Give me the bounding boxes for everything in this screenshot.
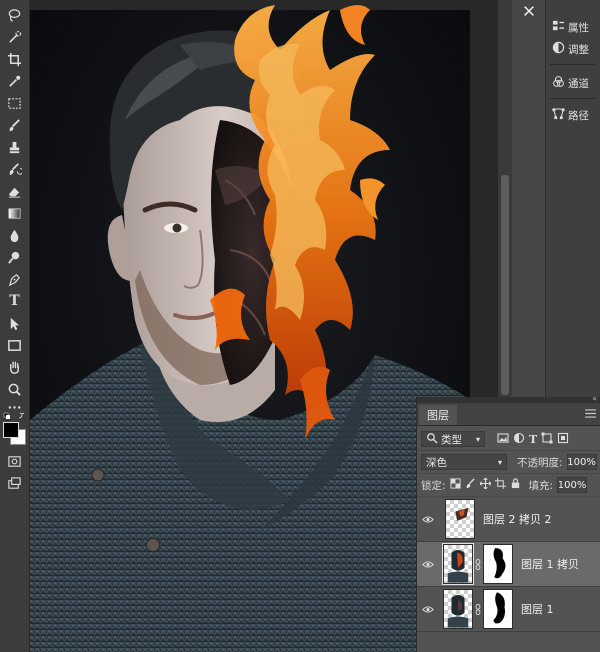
opacity-field[interactable]: 100% [566,454,597,470]
layer-thumbnail[interactable] [443,589,473,629]
type-icon[interactable]: T [4,292,25,310]
eye-icon[interactable] [417,605,439,614]
paths-panel-button[interactable]: 路径 [546,104,600,126]
lock-artboard-icon[interactable] [494,478,506,492]
crop-icon[interactable] [4,50,25,68]
canvas-vertical-scrollbar[interactable] [498,0,512,400]
brush-icon[interactable] [4,116,25,134]
tab-layers[interactable]: 图层 [419,405,457,425]
panel-separator [550,98,596,99]
filter-pixel-icon[interactable] [497,432,509,447]
filter-type-icon[interactable]: T [529,433,537,446]
channels-label: 通道 [568,77,589,90]
quick-select-icon[interactable] [4,28,25,46]
adjustments-icon [552,41,565,57]
layer-filter-dropdown[interactable]: 类型 ▾ [421,431,485,447]
layer-thumbnail[interactable] [445,499,475,539]
lock-move-icon[interactable] [479,477,491,492]
layer-mask-thumbnail[interactable] [483,544,513,584]
layer-list: 图层 2 拷贝 2 图层 1 拷贝 图层 1 [417,497,600,632]
rectangle-icon[interactable] [4,336,25,354]
panel-separator [550,64,596,65]
panel-header-bar: « [417,395,600,403]
gradient-icon[interactable] [4,204,25,222]
stamp-icon[interactable] [4,138,25,156]
layers-panel: « 图层 类型 ▾ T 深色 ▾ 不透明度: 100% 锁定: 填充: 100%… [416,395,600,652]
chevron-down-icon: ▾ [475,434,480,444]
paths-label: 路径 [568,109,589,122]
lock-label: 锁定: [421,479,446,492]
properties-label: 属性 [568,21,589,34]
properties-icon [552,19,565,35]
default-colors-icon[interactable] [3,410,25,419]
marquee-icon[interactable] [4,94,25,112]
lock-transparent-icon[interactable] [450,478,461,492]
lock-row: 锁定: 填充: 100% [417,474,600,497]
search-icon [426,432,438,447]
blur-icon[interactable] [4,226,25,244]
layer-row[interactable]: 图层 2 拷贝 2 [417,497,600,542]
lock-brush-icon[interactable] [465,478,476,492]
layer-row[interactable]: 图层 1 [417,587,600,632]
properties-panel-button[interactable]: 属性 [546,16,600,38]
channels-icon [552,75,565,91]
fill-field[interactable]: 100% [557,477,588,493]
collapsed-panels: 属性 调整 通道 路径 [546,0,600,400]
eyedropper-icon[interactable] [4,72,25,90]
tools-panel: T [0,0,30,652]
chevron-down-icon: ▾ [497,457,502,467]
lasso-icon[interactable] [4,6,25,24]
foreground-color-swatch[interactable] [3,422,19,438]
scrollbar-thumb[interactable] [501,175,509,395]
collapse-panel-icon[interactable]: « [592,395,597,403]
filter-adjustment-icon[interactable] [513,432,525,447]
adjustments-panel-button[interactable]: 调整 [546,38,600,60]
quick-mask-icon[interactable] [4,452,25,470]
layer-thumbnail[interactable] [442,543,474,585]
link-icon[interactable] [473,558,483,570]
blend-mode-row: 深色 ▾ 不透明度: 100% [417,451,600,474]
blend-mode-value: 深色 [426,456,447,469]
close-icon[interactable] [512,0,545,22]
panel-menu-icon[interactable] [585,408,596,421]
path-select-icon[interactable] [4,314,25,332]
filter-smart-object-icon[interactable] [557,432,569,447]
link-icon[interactable] [473,603,483,615]
hand-icon[interactable] [4,358,25,376]
opacity-label: 不透明度: [517,456,563,469]
pen-icon[interactable] [4,270,25,288]
layer-filter-row: 类型 ▾ T [417,426,600,451]
blend-mode-dropdown[interactable]: 深色 ▾ [421,454,507,470]
zoom-icon[interactable] [4,380,25,398]
layer-name[interactable]: 图层 1 [521,601,554,617]
filter-label: 类型 [441,433,462,446]
history-brush-icon[interactable] [4,160,25,178]
filter-shape-icon[interactable] [541,432,553,447]
lock-all-icon[interactable] [510,478,521,492]
layer-name[interactable]: 图层 1 拷贝 [521,556,579,572]
screen-mode-icon[interactable] [4,474,25,492]
paths-icon [552,107,565,123]
layer-mask-thumbnail[interactable] [483,589,513,629]
eraser-icon[interactable] [4,182,25,200]
fill-label: 填充: [528,479,554,492]
channels-panel-button[interactable]: 通道 [546,72,600,94]
dodge-icon[interactable] [4,248,25,266]
eye-icon[interactable] [417,515,439,524]
eye-icon[interactable] [417,560,439,569]
layers-tab-row: 图层 [417,403,600,426]
layer-name[interactable]: 图层 2 拷贝 2 [483,511,552,527]
layer-row-selected[interactable]: 图层 1 拷贝 [417,542,600,587]
adjustments-label: 调整 [568,43,589,56]
type-tool-glyph: T [9,293,20,309]
